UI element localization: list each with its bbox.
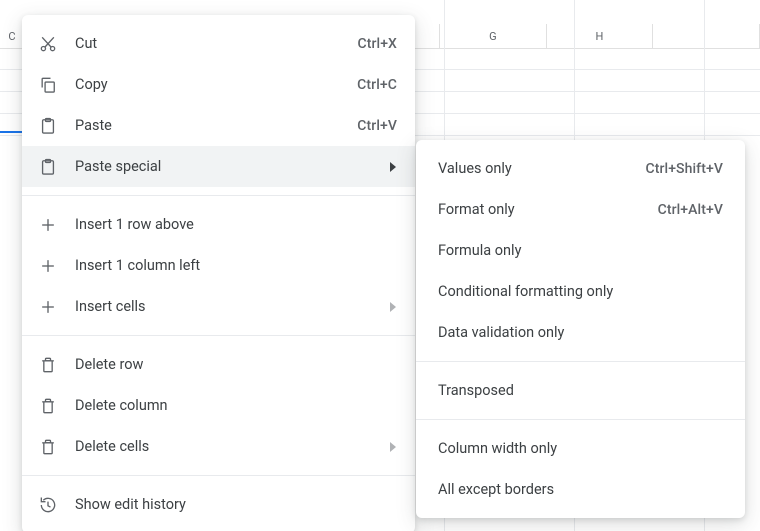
submenu-item-format-only[interactable]: Format only Ctrl+Alt+V	[416, 189, 745, 230]
chevron-right-icon	[389, 162, 397, 172]
menu-item-label: Conditional formatting only	[438, 283, 723, 300]
menu-item-label: Delete cells	[75, 438, 381, 455]
menu-item-label: Insert 1 row above	[75, 216, 397, 233]
menu-item-label: Format only	[438, 201, 658, 218]
menu-item-paste[interactable]: Paste Ctrl+V	[22, 105, 415, 146]
menu-item-label: Copy	[75, 76, 357, 93]
chevron-right-icon	[389, 302, 397, 312]
submenu-item-all-except-borders[interactable]: All except borders	[416, 469, 745, 510]
menu-item-label: Data validation only	[438, 324, 723, 341]
clipboard-icon	[38, 116, 58, 136]
menu-item-label: All except borders	[438, 481, 723, 498]
submenu-item-formula-only[interactable]: Formula only	[416, 230, 745, 271]
menu-separator	[416, 361, 745, 362]
menu-item-shortcut: Ctrl+V	[357, 118, 397, 134]
menu-item-label: Delete column	[75, 397, 397, 414]
menu-item-shortcut: Ctrl+Alt+V	[658, 202, 723, 218]
submenu-item-data-validation-only[interactable]: Data validation only	[416, 312, 745, 353]
menu-item-shortcut: Ctrl+Shift+V	[645, 161, 723, 177]
column-header[interactable]: G	[440, 24, 547, 48]
context-menu: Cut Ctrl+X Copy Ctrl+C Paste Ctrl+V Past…	[22, 15, 415, 531]
menu-item-insert-cells[interactable]: Insert cells	[22, 286, 415, 327]
menu-item-insert-row-above[interactable]: Insert 1 row above	[22, 204, 415, 245]
menu-item-insert-column-left[interactable]: Insert 1 column left	[22, 245, 415, 286]
plus-icon	[38, 215, 58, 235]
chevron-right-icon	[389, 442, 397, 452]
menu-item-delete-row[interactable]: Delete row	[22, 344, 415, 385]
menu-separator	[416, 419, 745, 420]
plus-icon	[38, 256, 58, 276]
paste-special-submenu: Values only Ctrl+Shift+V Format only Ctr…	[416, 140, 745, 518]
menu-item-paste-special[interactable]: Paste special	[22, 146, 415, 187]
column-header[interactable]: H	[547, 24, 654, 48]
clipboard-icon	[38, 157, 58, 177]
menu-item-show-edit-history[interactable]: Show edit history	[22, 484, 415, 525]
menu-item-delete-cells[interactable]: Delete cells	[22, 426, 415, 467]
menu-item-label: Paste special	[75, 158, 381, 175]
active-cell-indicator	[0, 131, 22, 133]
menu-item-delete-column[interactable]: Delete column	[22, 385, 415, 426]
menu-item-label: Paste	[75, 117, 357, 134]
cut-icon	[38, 34, 58, 54]
menu-item-label: Formula only	[438, 242, 723, 259]
plus-icon	[38, 297, 58, 317]
submenu-item-transposed[interactable]: Transposed	[416, 370, 745, 411]
menu-item-label: Cut	[75, 35, 357, 52]
menu-item-shortcut: Ctrl+X	[357, 36, 397, 52]
menu-item-label: Transposed	[438, 382, 723, 399]
history-icon	[38, 495, 58, 515]
menu-item-shortcut: Ctrl+C	[357, 77, 397, 93]
copy-icon	[38, 75, 58, 95]
menu-item-label: Show edit history	[75, 496, 397, 513]
menu-item-label: Insert 1 column left	[75, 257, 397, 274]
trash-icon	[38, 355, 58, 375]
trash-icon	[38, 437, 58, 457]
submenu-item-values-only[interactable]: Values only Ctrl+Shift+V	[416, 148, 745, 189]
menu-item-label: Insert cells	[75, 298, 381, 315]
submenu-item-conditional-formatting-only[interactable]: Conditional formatting only	[416, 271, 745, 312]
column-header-blank	[653, 24, 760, 48]
submenu-item-column-width-only[interactable]: Column width only	[416, 428, 745, 469]
menu-item-label: Values only	[438, 160, 645, 177]
trash-icon	[38, 396, 58, 416]
menu-item-label: Column width only	[438, 440, 723, 457]
menu-item-copy[interactable]: Copy Ctrl+C	[22, 64, 415, 105]
menu-separator	[22, 195, 415, 196]
menu-item-cut[interactable]: Cut Ctrl+X	[22, 23, 415, 64]
menu-separator	[22, 475, 415, 476]
menu-separator	[22, 335, 415, 336]
menu-item-label: Delete row	[75, 356, 397, 373]
